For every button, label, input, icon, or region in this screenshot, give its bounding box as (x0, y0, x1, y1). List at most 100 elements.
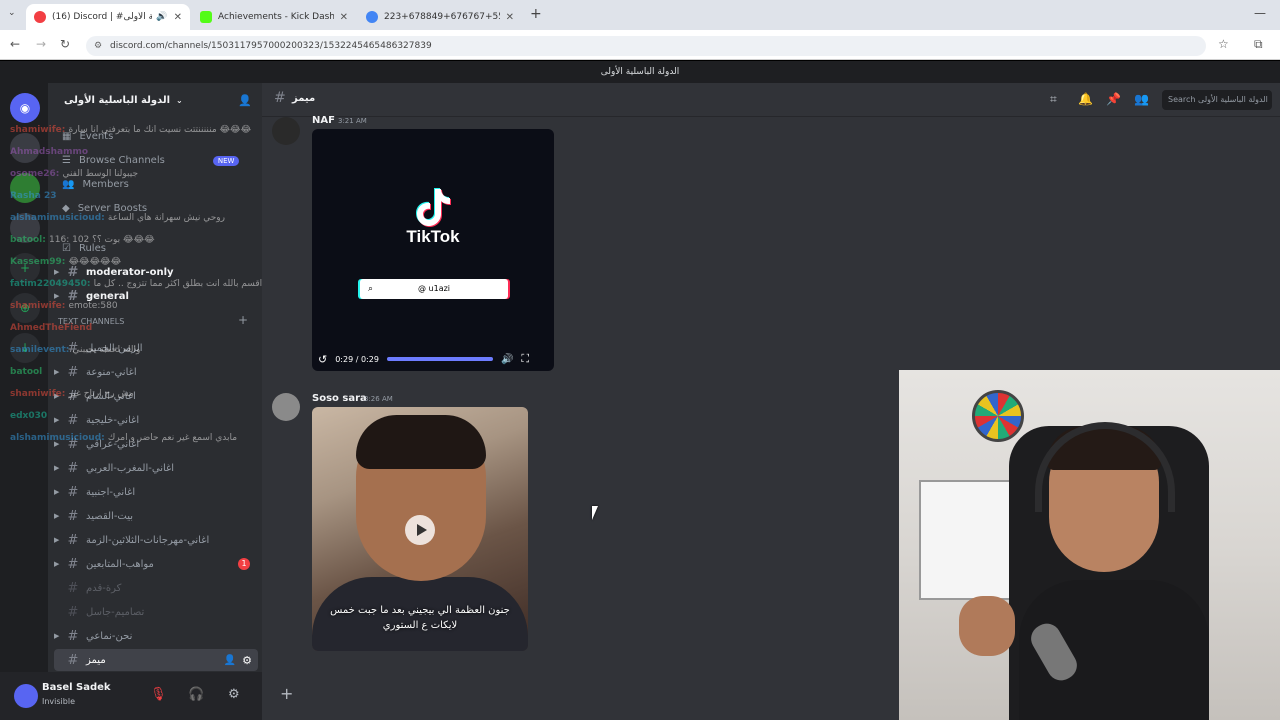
menu-server-boosts[interactable]: ◆ Server Boosts (62, 203, 147, 214)
channel-label: كرة-قدم (86, 582, 122, 594)
channel-item[interactable]: # الزمن-الجميل (54, 337, 258, 359)
guild-header[interactable]: الدولة الباسلية الأولى ⌄ 👤 (48, 83, 262, 117)
tab-google[interactable]: 223+678849+676767+555 - Go ✕ (358, 4, 522, 30)
reload-icon[interactable]: ↻ (60, 37, 70, 51)
channel-item[interactable]: ▶ # اغاني-المغرب-العربي (54, 457, 258, 479)
menu-browse-channels[interactable]: ☰ Browse Channels NEW (62, 155, 240, 166)
explore-icon[interactable]: ⊕ (10, 293, 40, 323)
threads-icon[interactable]: ⌗ (1050, 92, 1057, 107)
url-field[interactable]: ⚙ discord.com/channels/15031179570002003… (86, 36, 1206, 56)
channel-label: اغاني-المغرب-العربي (86, 462, 175, 474)
video-embed[interactable]: جنون العظمة الي بيجيني بعد ما جبت خمس لا… (312, 407, 528, 651)
channel-item[interactable]: ▶ # اغاني-خليجية (54, 409, 258, 431)
tiktok-wordmark: TikTok (406, 227, 460, 246)
server-icon[interactable] (10, 213, 40, 243)
volume-icon[interactable]: 🔊 (501, 354, 513, 365)
menu-members[interactable]: 👥 Members (62, 179, 129, 190)
hash-icon: # (274, 90, 286, 106)
download-icon[interactable]: ↓ (10, 333, 40, 363)
channel-general[interactable]: ▶ # general (54, 285, 258, 307)
headphones-icon[interactable]: 🎧 (188, 687, 204, 702)
tiktok-handle-box: ⌕ @ u1azi (360, 279, 508, 299)
add-server-icon[interactable]: + (10, 253, 40, 283)
new-tab-button[interactable]: + (530, 6, 542, 22)
invite-icon[interactable]: 👤 (224, 655, 236, 666)
window-title: الدولة الباسلية الأولى (0, 61, 1280, 83)
forward-arrow-icon[interactable]: → (36, 37, 46, 51)
fullscreen-icon[interactable]: ⛶ (521, 352, 529, 366)
hash-icon: # (67, 364, 79, 380)
bookmark-star-icon[interactable]: ☆ (1218, 37, 1229, 51)
hash-icon: # (67, 484, 79, 500)
avatar[interactable] (14, 684, 38, 708)
tab-kick[interactable]: Achievements - Kick Dashboard ✕ (192, 4, 356, 30)
bell-icon[interactable]: 🔔 (1078, 92, 1093, 106)
hash-icon: # (67, 340, 79, 356)
channel-item[interactable]: ▶ # اغاني-عراقي (54, 433, 258, 455)
channel-item[interactable]: # تصاميم-جاسل (54, 601, 258, 623)
back-arrow-icon[interactable]: ← (10, 37, 20, 51)
url-text: discord.com/channels/1503117957000200323… (110, 41, 432, 51)
channel-memes-active[interactable]: # ميمز 👤 ⚙ (54, 649, 258, 671)
mic-muted-icon[interactable]: 🎙 (150, 687, 167, 702)
channel-item[interactable]: ▶ # مواهب-المتابعين 1 (54, 553, 258, 575)
close-tab-icon[interactable]: ✕ (174, 12, 182, 23)
server-icon[interactable] (10, 133, 40, 163)
menu-rules[interactable]: ☑ Rules (62, 243, 106, 254)
message-author[interactable]: NAF (312, 115, 335, 126)
speaker-icon[interactable]: 🔊 (156, 12, 167, 22)
channel-item[interactable]: # كرة-قدم (54, 577, 258, 599)
add-channel-icon[interactable]: + (238, 313, 248, 327)
channel-item[interactable]: ▶ # اغاني-منوعة (54, 361, 258, 383)
close-tab-icon[interactable]: ✕ (340, 12, 348, 23)
rules-icon: ☑ (62, 243, 71, 254)
message-composer[interactable]: + (262, 672, 902, 720)
gear-icon[interactable]: ⚙ (242, 654, 252, 667)
replay-icon[interactable]: ↺ (318, 353, 327, 366)
discord-home-icon[interactable]: ◉ (10, 93, 40, 123)
tiktok-logo-icon (416, 188, 451, 227)
menu-label: Events (79, 131, 114, 142)
hash-icon: # (67, 436, 79, 452)
user-status: Invisible (42, 697, 75, 706)
channel-item[interactable]: ▶ # اغاني-اجنبية (54, 481, 258, 503)
streamer-hand (959, 596, 1015, 656)
hash-icon: # (67, 628, 79, 644)
invite-icon[interactable]: 👤 (238, 94, 252, 107)
members-icon[interactable]: 👥 (1134, 92, 1149, 106)
minimize-icon[interactable]: — (1254, 6, 1266, 20)
chevron-down-icon: ⌄ (176, 95, 183, 105)
channel-label: moderator-only (86, 266, 174, 278)
search-input[interactable]: Search الدولة الباسلية الأولى (1162, 90, 1272, 110)
gear-icon[interactable]: ⚙ (228, 687, 240, 702)
message-author[interactable]: Soso sara (312, 393, 367, 404)
channel-moderator-only[interactable]: ▶ # moderator-only (54, 261, 258, 283)
extensions-icon[interactable]: ⧉ (1254, 37, 1263, 52)
channel-item[interactable]: ▶ # نحن-نماعي (54, 625, 258, 647)
close-tab-icon[interactable]: ✕ (506, 12, 514, 23)
chat-header: # ميمز ⌗ 🔔 📌 👥 Search الدولة الباسلية ال… (262, 83, 1280, 117)
menu-label: Members (82, 179, 129, 190)
mention-badge: 1 (238, 558, 250, 570)
video-embed-tiktok[interactable]: TikTok ⌕ @ u1azi ↺ 0:29 / 0:29 🔊 ⛶ (312, 129, 554, 371)
channel-item[interactable]: ▶ # بيت-القصيد (54, 505, 258, 527)
video-progress-bar[interactable] (386, 357, 493, 361)
channel-item[interactable]: ▶ # اغاني-مهرجانات-الثلاثين-الزمة (54, 529, 258, 551)
pin-icon[interactable]: 📌 (1106, 92, 1121, 106)
menu-events[interactable]: ▦ Events (62, 131, 113, 142)
server-icon[interactable] (10, 173, 40, 203)
hash-icon: # (67, 388, 79, 404)
avatar[interactable] (272, 117, 300, 145)
channel-item[interactable]: ▶ # اغاني-الشام (54, 385, 258, 407)
site-info-icon[interactable]: ⚙ (94, 36, 102, 56)
tab-discord[interactable]: (16) Discord | #الدولة الباسلية الأولى 🔊… (26, 4, 190, 30)
video-caption: جنون العظمة الي بيجيني بعد ما جبت خمس لا… (330, 605, 510, 631)
caret-right-icon: ▶ (54, 392, 60, 400)
tab-search-icon[interactable]: ⌄ (8, 8, 16, 18)
play-icon[interactable] (405, 515, 435, 545)
attach-plus-icon[interactable]: + (280, 684, 293, 703)
avatar[interactable] (272, 393, 300, 421)
category-text-channels[interactable]: TEXT CHANNELS (58, 317, 124, 326)
browser-tab-bar: ⌄ (16) Discord | #الدولة الباسلية الأولى… (0, 0, 1280, 30)
tab-title: Achievements - Kick Dashboard (218, 12, 334, 22)
